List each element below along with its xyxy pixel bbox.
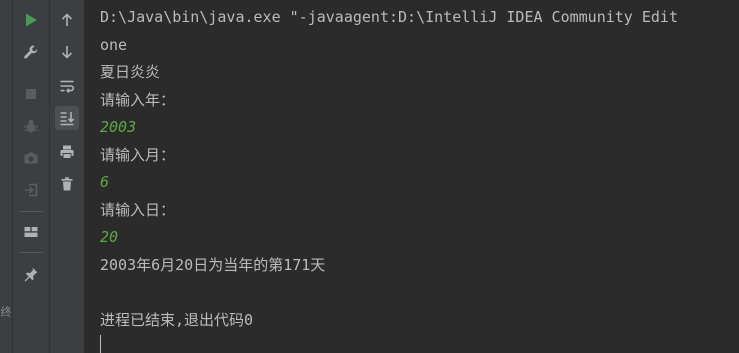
console-line: one — [100, 36, 128, 54]
text-caret — [100, 335, 101, 353]
console-line: 请输入月： — [100, 146, 176, 164]
user-input-line: 6 — [100, 173, 110, 191]
scroll-to-end-icon[interactable] — [55, 106, 79, 130]
command-line: D:\Java\bin\java.exe "-javaagent:D:\Inte… — [100, 8, 678, 26]
print-icon[interactable] — [55, 140, 79, 164]
up-arrow-icon[interactable] — [55, 8, 79, 32]
side-panel-edge: 终 — [0, 0, 13, 353]
console-line: 2003年6月20日为当年的第171天 — [100, 256, 326, 274]
user-input-line: 2003 — [100, 118, 137, 136]
soft-wrap-icon[interactable] — [55, 74, 79, 98]
console-line: 请输入年： — [100, 91, 176, 109]
camera-icon[interactable] — [19, 146, 43, 170]
console-line: 夏日炎炎 — [100, 63, 161, 81]
trash-icon[interactable] — [55, 172, 79, 196]
debug-icon[interactable] — [19, 114, 43, 138]
layout-icon[interactable] — [19, 220, 43, 244]
pin-icon[interactable] — [19, 262, 43, 286]
run-toolbar — [13, 0, 50, 353]
wrench-icon[interactable] — [19, 40, 43, 64]
console-line: 请输入日： — [100, 201, 176, 219]
user-input-line: 20 — [100, 228, 119, 246]
process-exit-line: 进程已结束,退出代码0 — [100, 311, 254, 329]
console-output[interactable]: D:\Java\bin\java.exe "-javaagent:D:\Inte… — [85, 0, 739, 353]
side-panel-label[interactable]: 终 — [0, 306, 12, 317]
exit-icon[interactable] — [19, 178, 43, 202]
run-icon[interactable] — [19, 8, 43, 32]
down-arrow-icon[interactable] — [55, 40, 79, 64]
stop-icon[interactable] — [19, 82, 43, 106]
console-toolbar — [50, 0, 85, 353]
